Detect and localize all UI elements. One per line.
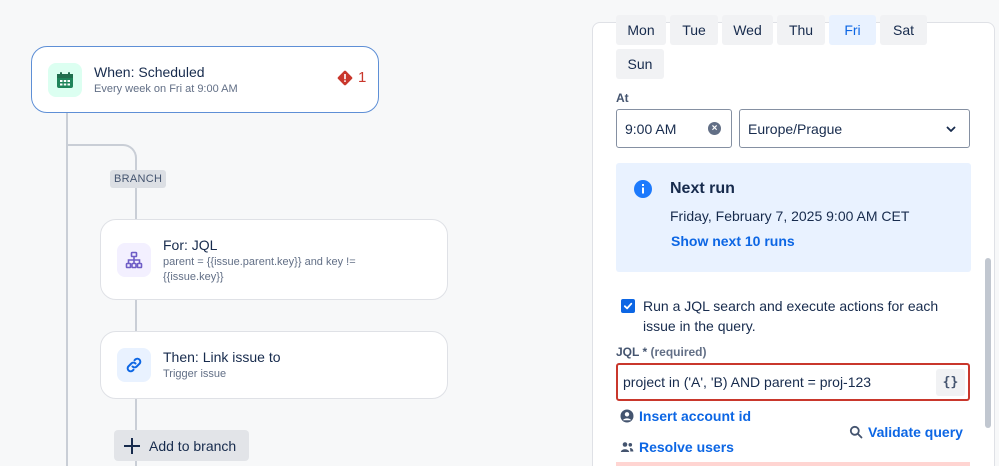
- day-tue[interactable]: Tue: [670, 15, 718, 45]
- trigger-title: When: Scheduled: [94, 64, 205, 80]
- link-issue-card[interactable]: Then: Link issue to Trigger issue: [100, 331, 448, 399]
- timezone-value: Europe/Prague: [748, 120, 843, 137]
- for-jql-subtitle: parent = {{issue.parent.key}} and key !=…: [163, 256, 356, 283]
- day-thu[interactable]: Thu: [777, 15, 825, 45]
- for-jql-card[interactable]: For: JQL parent = {{issue.parent.key}} a…: [100, 219, 448, 300]
- validate-query-label: Validate query: [868, 424, 963, 440]
- jql-value: project in ('A', 'B) AND parent = proj-1…: [623, 374, 872, 390]
- time-value: 9:00 AM: [625, 120, 677, 137]
- time-input[interactable]: 9:00 AM ×: [616, 109, 732, 148]
- jql-checkbox[interactable]: [621, 299, 635, 313]
- check-icon: [623, 302, 633, 310]
- branch-connector-vertical: [135, 172, 137, 466]
- jql-label-text: JQL: [616, 345, 640, 359]
- link-issue-subtitle: Trigger issue: [163, 368, 227, 380]
- next-run-date: Friday, February 7, 2025 9:00 AM CET: [670, 208, 910, 224]
- next-run-info: Next run Friday, February 7, 2025 9:00 A…: [616, 163, 971, 272]
- smart-values-button[interactable]: {}: [936, 369, 965, 396]
- required-mark: *: [642, 345, 648, 359]
- search-icon: [849, 425, 863, 439]
- flow-canvas: When: Scheduled Every week on Fri at 9:0…: [0, 0, 592, 466]
- info-icon: [634, 180, 652, 198]
- resolve-users-label: Resolve users: [639, 439, 734, 455]
- clear-icon[interactable]: ×: [708, 122, 721, 135]
- resolve-users-link[interactable]: Resolve users: [620, 439, 734, 455]
- link-icon: [117, 348, 151, 382]
- user-circle-icon: [620, 409, 634, 423]
- chevron-down-icon: [946, 126, 956, 132]
- insert-account-id-label: Insert account id: [639, 408, 752, 424]
- at-label: At: [616, 91, 629, 105]
- plus-icon: [124, 437, 140, 454]
- add-to-branch-button[interactable]: Add to branch: [114, 430, 249, 461]
- branch-tag: BRANCH: [110, 170, 167, 188]
- hierarchy-icon: [117, 243, 151, 277]
- show-next-runs-link[interactable]: Show next 10 runs: [671, 233, 795, 249]
- error-indicator[interactable]: 1: [337, 69, 366, 86]
- day-fri[interactable]: Fri: [829, 15, 876, 45]
- for-jql-title: For: JQL: [163, 237, 218, 253]
- error-count: 1: [358, 69, 367, 86]
- trigger-card[interactable]: When: Scheduled Every week on Fri at 9:0…: [31, 46, 379, 113]
- jql-label: JQL * (required): [616, 345, 707, 359]
- calendar-icon: [48, 63, 82, 97]
- panel-scrollbar[interactable]: [985, 258, 991, 428]
- add-to-branch-label: Add to branch: [149, 437, 237, 454]
- next-run-title: Next run: [670, 180, 735, 197]
- required-text: (required): [650, 345, 707, 359]
- day-wed[interactable]: Wed: [722, 15, 773, 45]
- day-sun[interactable]: Sun: [616, 49, 664, 79]
- insert-account-id-link[interactable]: Insert account id: [620, 408, 751, 424]
- jql-checkbox-label: Run a JQL search and execute actions for…: [643, 298, 939, 334]
- day-sat[interactable]: Sat: [880, 15, 927, 45]
- error-diamond-icon: [337, 70, 353, 85]
- day-mon[interactable]: Mon: [616, 15, 666, 45]
- trigger-subtitle: Every week on Fri at 9:00 AM: [94, 83, 238, 95]
- link-issue-title: Then: Link issue to: [163, 349, 281, 365]
- timezone-select[interactable]: Europe/Prague: [739, 109, 970, 148]
- error-message-strip: [616, 462, 970, 466]
- jql-input[interactable]: project in ('A', 'B) AND parent = proj-1…: [616, 363, 970, 401]
- validate-query-link[interactable]: Validate query: [849, 424, 963, 440]
- people-icon: [620, 442, 634, 452]
